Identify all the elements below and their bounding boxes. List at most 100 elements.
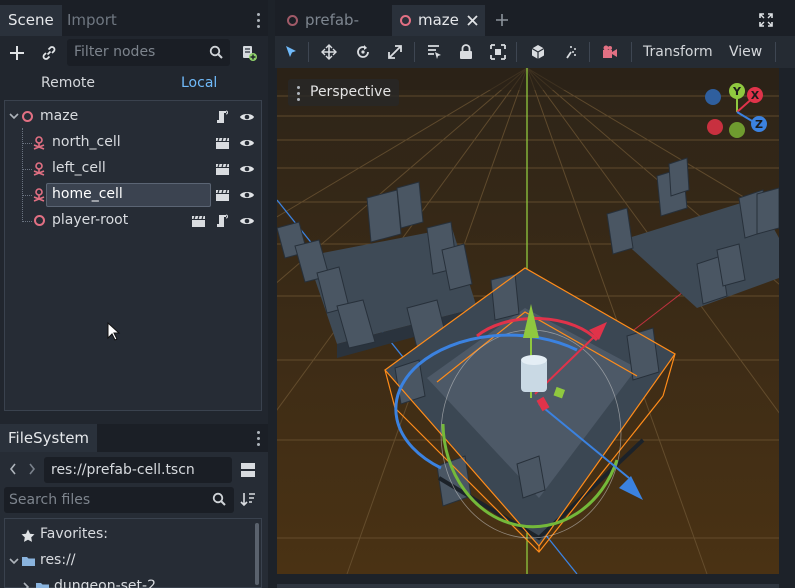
scene-instance-icon <box>33 188 45 202</box>
bottom-panel-strip <box>277 584 779 588</box>
tree-item-left-cell[interactable]: left_cell <box>5 156 261 182</box>
clapper-icon[interactable] <box>191 215 206 228</box>
toolbar-separator <box>589 42 590 62</box>
scene-instance-icon <box>33 162 45 176</box>
select-tool-icon[interactable] <box>284 45 298 59</box>
filesystem-menu-icon[interactable] <box>257 431 261 446</box>
3d-viewport[interactable]: Perspective Y X Z <box>277 68 779 574</box>
add-tab-icon[interactable] <box>495 13 509 27</box>
back-arrow-icon[interactable] <box>9 463 17 475</box>
search-icon <box>206 42 226 62</box>
scrollbar[interactable] <box>255 523 259 585</box>
toolbar-separator <box>308 42 309 62</box>
script-icon[interactable] <box>215 214 229 229</box>
tab-scene[interactable]: Scene <box>0 5 62 36</box>
clapper-icon[interactable] <box>215 137 230 150</box>
main-editor: prefab-link maze Transform View <box>275 0 795 588</box>
chevron-down-icon[interactable] <box>9 113 19 121</box>
clapper-icon[interactable] <box>215 189 230 202</box>
group-icon[interactable] <box>490 44 506 60</box>
scene-dock-tabbar: Scene Import <box>0 0 268 36</box>
visibility-icon[interactable] <box>239 163 255 175</box>
scale-tool-icon[interactable] <box>387 44 403 60</box>
snap-icon[interactable] <box>563 44 579 60</box>
plus-icon <box>10 46 24 60</box>
lock-icon[interactable] <box>459 44 473 60</box>
tab-import[interactable]: Import <box>59 5 125 36</box>
toolbar-separator <box>516 42 517 62</box>
menu-dots-icon <box>297 86 301 101</box>
move-tool-icon[interactable] <box>321 44 337 60</box>
view-menu[interactable]: View <box>729 44 762 60</box>
left-dock: Scene Import Filter nodes Remote Local m… <box>0 0 268 588</box>
scene-dock-menu-icon[interactable] <box>257 13 261 28</box>
clapper-icon[interactable] <box>215 163 230 176</box>
gizmo-y-label: Y <box>732 85 742 98</box>
tab-prefab-link[interactable]: prefab-link <box>279 5 384 60</box>
list-item-label: res:// <box>40 552 76 568</box>
transform-menu[interactable]: Transform <box>643 44 713 60</box>
tree-item-maze[interactable]: maze <box>5 104 261 130</box>
node-icon <box>400 15 411 26</box>
scene-tree[interactable]: maze north_cell left_cell home_cell play… <box>4 100 262 411</box>
toolbar-separator <box>414 42 415 62</box>
path-field[interactable]: res://prefab-cell.tscn <box>44 457 232 483</box>
gizmo-x-label: X <box>751 89 760 102</box>
perspective-menu[interactable]: Perspective <box>288 79 400 106</box>
node-icon <box>34 215 45 226</box>
perspective-label: Perspective <box>310 84 392 100</box>
instance-child-scene-button[interactable] <box>38 42 60 64</box>
list-item-dungeon-set-2[interactable]: dungeon-set-2 <box>5 575 245 588</box>
chevron-right-icon[interactable] <box>23 582 31 588</box>
search-files-input[interactable]: Search files <box>4 487 234 513</box>
tab-maze[interactable]: maze <box>392 5 485 36</box>
tree-item-north-cell[interactable]: north_cell <box>5 130 261 156</box>
tree-item-label: north_cell <box>52 134 121 150</box>
split-view-icon[interactable] <box>240 462 256 478</box>
viewport-scene <box>277 68 779 574</box>
star-icon <box>21 529 35 542</box>
script-icon[interactable] <box>215 110 229 125</box>
rotate-tool-icon[interactable] <box>355 44 371 60</box>
toolbar-separator <box>631 42 632 62</box>
node-icon <box>22 111 33 122</box>
chevron-down-icon[interactable] <box>9 558 19 566</box>
list-item-favorites[interactable]: Favorites: <box>5 523 245 547</box>
filesystem-tree[interactable]: Favorites: res:// dungeon-set-2 <box>4 518 262 588</box>
list-item-label: dungeon-set-2 <box>54 578 156 588</box>
visibility-icon[interactable] <box>239 111 255 123</box>
forward-arrow-icon[interactable] <box>28 463 36 475</box>
folder-icon <box>36 583 49 588</box>
node-icon <box>287 15 298 26</box>
add-node-button[interactable] <box>6 42 28 64</box>
distraction-free-icon[interactable] <box>759 13 773 27</box>
link-icon <box>42 46 56 60</box>
list-select-icon[interactable] <box>426 44 442 60</box>
view-orientation-gizmo[interactable]: Y X Z <box>701 82 771 142</box>
list-item-res[interactable]: res:// <box>5 549 245 573</box>
visibility-icon[interactable] <box>239 215 255 227</box>
gizmo-z-label: Z <box>755 118 763 131</box>
scene-tabs-bar: prefab-link maze <box>275 0 795 60</box>
viewport-side-panel <box>779 68 795 574</box>
sort-icon[interactable] <box>240 491 256 507</box>
visibility-icon[interactable] <box>239 189 255 201</box>
search-icon <box>212 492 226 506</box>
viewport-toolbar: Transform View <box>275 36 795 68</box>
visibility-icon[interactable] <box>239 137 255 149</box>
tree-item-label: maze <box>40 108 79 124</box>
toolbar-separator <box>775 42 776 62</box>
local-space-icon[interactable] <box>530 44 546 60</box>
preview-camera-icon[interactable] <box>601 44 619 60</box>
folder-icon <box>22 557 35 566</box>
close-icon[interactable] <box>467 15 478 26</box>
local-button[interactable]: Local <box>181 75 217 91</box>
tab-filesystem[interactable]: FileSystem <box>0 424 98 452</box>
remote-button[interactable]: Remote <box>41 75 95 91</box>
tree-item-home-cell[interactable]: home_cell <box>5 182 261 208</box>
tree-item-player-root[interactable]: player-root <box>5 208 261 234</box>
tree-item-label: player-root <box>52 212 129 228</box>
tab-label: maze <box>418 11 459 29</box>
script-add-icon <box>243 46 257 61</box>
attach-script-button[interactable] <box>238 42 260 64</box>
